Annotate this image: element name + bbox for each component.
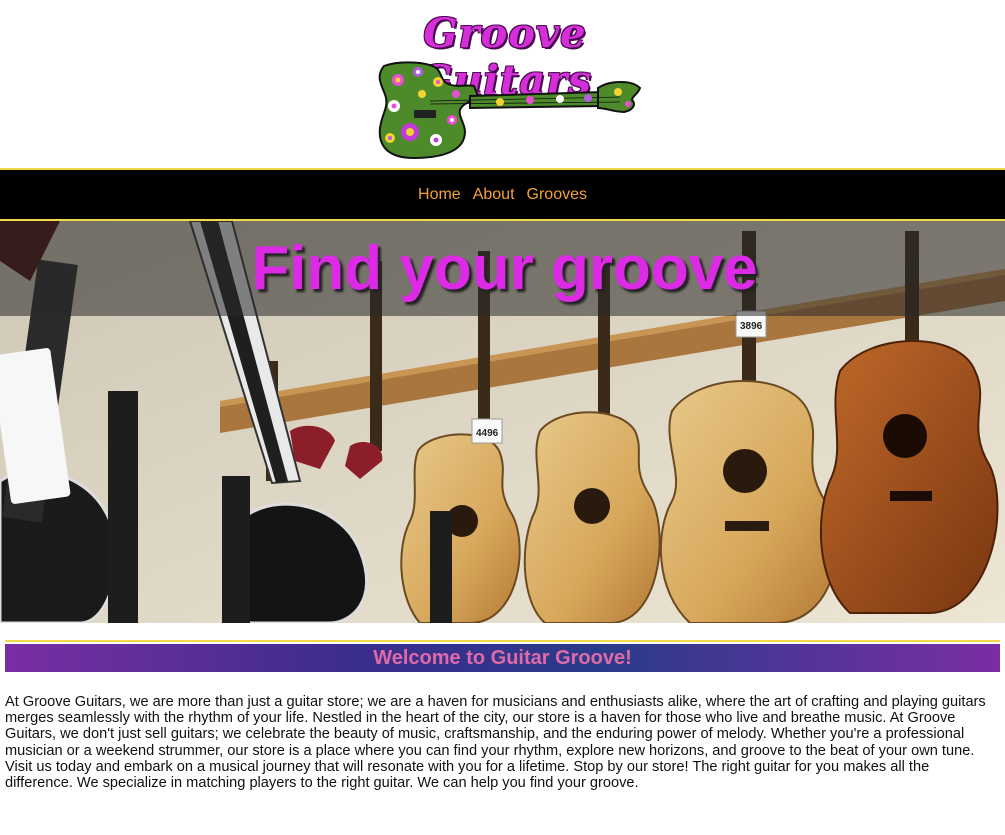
site-logo[interactable]: Groove Guitars [360, 10, 650, 162]
price-tag-2: 4496 [476, 428, 499, 439]
nav-grooves-link[interactable]: Grooves [527, 186, 587, 204]
hero-section: 3896 4496 Find your groove [0, 221, 1005, 623]
site-header: Groove Guitars [0, 0, 1005, 168]
hero-banner: Find your groove [0, 221, 1005, 316]
section-divider [5, 640, 1000, 642]
hero-title: Find your groove [251, 234, 758, 303]
nav-about-link[interactable]: About [473, 186, 515, 204]
welcome-heading: Welcome to Guitar Groove! [373, 646, 632, 669]
welcome-banner: Welcome to Guitar Groove! [5, 644, 1000, 672]
price-tag-1: 3896 [740, 321, 763, 332]
intro-paragraph: At Groove Guitars, we are more than just… [5, 694, 986, 792]
guitar-logo-icon [378, 61, 642, 160]
nav-home-link[interactable]: Home [418, 186, 461, 204]
main-nav: Home About Grooves [0, 168, 1005, 221]
